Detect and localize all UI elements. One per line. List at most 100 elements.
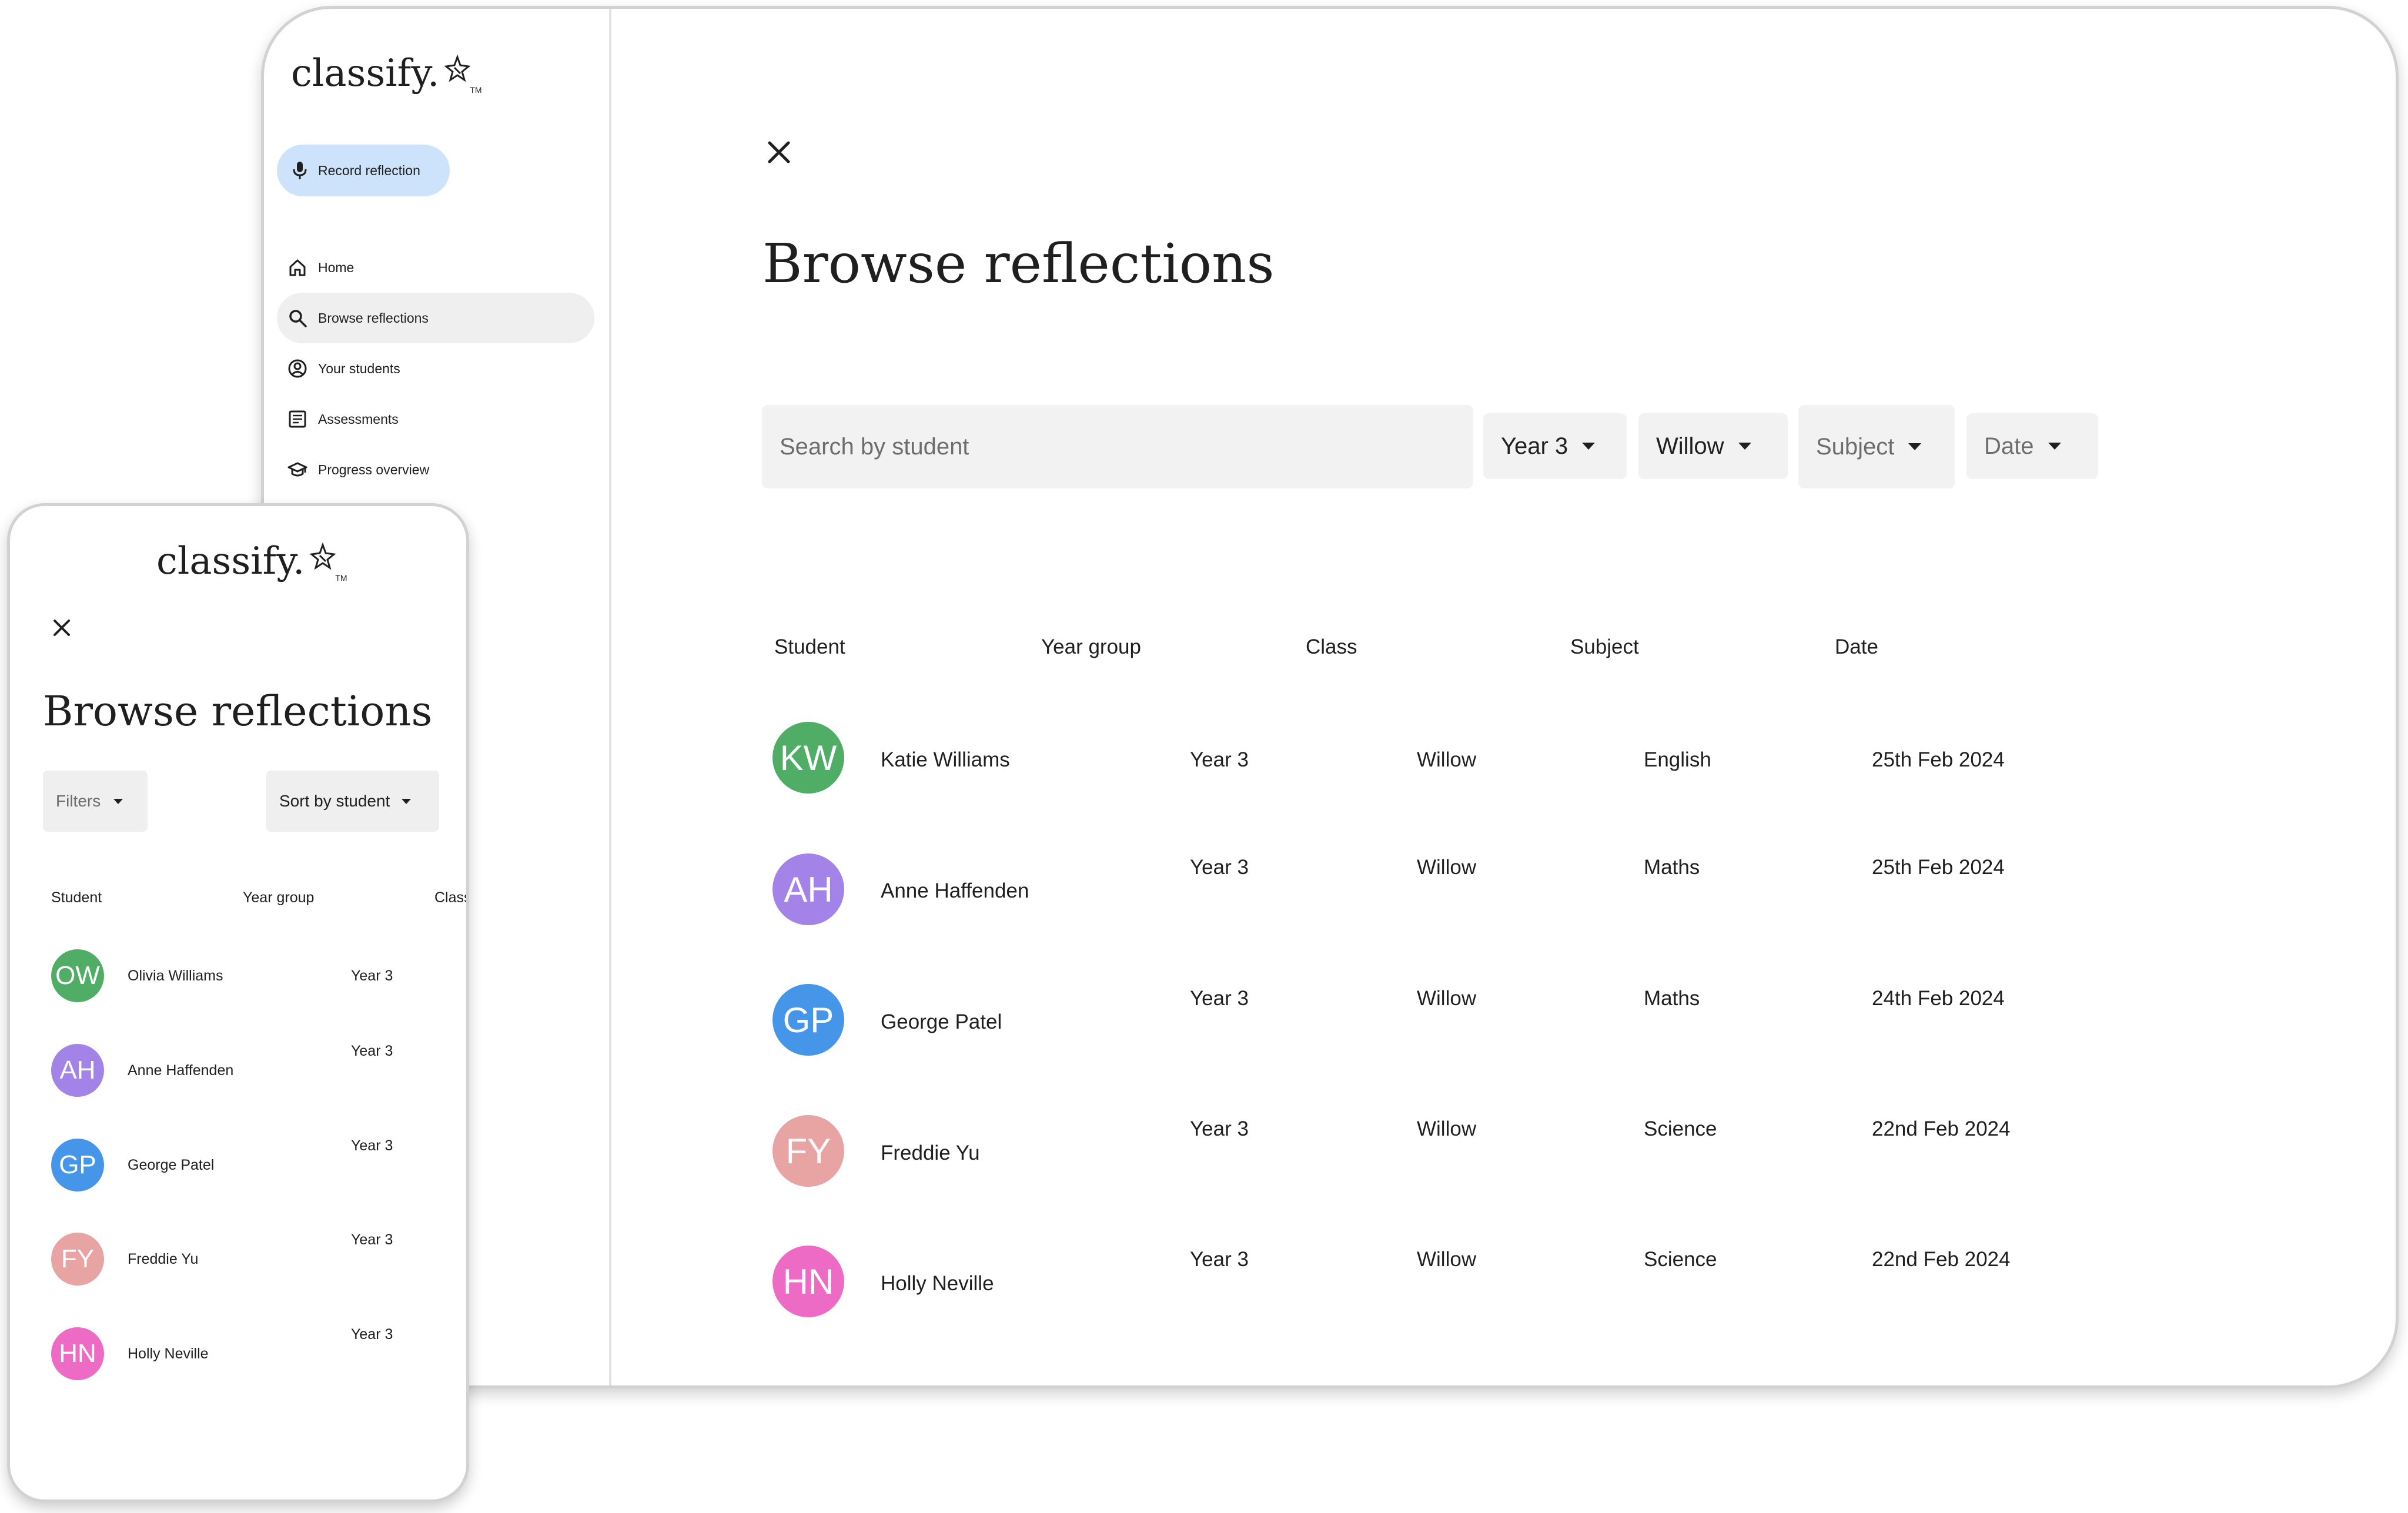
sidebar-item-your-students[interactable]: Your students bbox=[277, 343, 594, 394]
column-header-class[interactable]: Class bbox=[1306, 635, 1357, 659]
filter-label: Subject bbox=[1816, 433, 1895, 460]
sidebar-item-progress-overview[interactable]: Progress overview bbox=[277, 444, 594, 495]
avatar: GP bbox=[51, 1139, 104, 1191]
dropdown-caret-icon bbox=[2048, 443, 2061, 450]
avatar-initials: GP bbox=[782, 1000, 834, 1040]
avatar-initials: HN bbox=[59, 1339, 96, 1368]
student-name: Holly Neville bbox=[128, 1345, 209, 1362]
date-cell: 25th Feb 2024 bbox=[1872, 856, 2005, 879]
class-cell: Willow bbox=[1417, 1117, 1477, 1140]
student-name: Freddie Yu bbox=[881, 1142, 980, 1164]
dropdown-caret-icon bbox=[1908, 443, 1922, 450]
sort-dropdown[interactable]: Sort by student bbox=[266, 771, 439, 832]
student-name: George Patel bbox=[128, 1157, 215, 1173]
search-input[interactable] bbox=[762, 405, 1473, 488]
home-icon bbox=[289, 259, 306, 276]
close-icon[interactable] bbox=[766, 139, 792, 165]
page-title: Browse reflections bbox=[762, 232, 1275, 295]
sidebar-item-label: Assessments bbox=[318, 411, 399, 427]
dropdown-caret-icon bbox=[1582, 443, 1596, 450]
sparkle-star-icon bbox=[444, 54, 471, 82]
search-icon bbox=[289, 310, 307, 327]
logo-wordmark: classify. bbox=[291, 52, 440, 95]
avatar: KW bbox=[772, 722, 844, 794]
date-cell: 22nd Feb 2024 bbox=[1872, 1117, 2011, 1140]
year-group-cell: Year 3 bbox=[351, 1043, 393, 1059]
year-group-cell: Year 3 bbox=[351, 1231, 393, 1248]
filters-label: Filters bbox=[56, 792, 101, 810]
sidebar-item-label: Browse reflections bbox=[318, 310, 429, 326]
column-header-subject[interactable]: Subject bbox=[1570, 635, 1639, 659]
column-header-date[interactable]: Date bbox=[1835, 635, 1878, 659]
year-group-cell: Year 3 bbox=[1190, 1117, 1249, 1140]
avatar: FY bbox=[772, 1115, 844, 1187]
logo-wordmark: classify. bbox=[156, 540, 305, 583]
sidebar-item-assessments[interactable]: Assessments bbox=[277, 394, 594, 444]
class-cell: Willow bbox=[1417, 1248, 1477, 1271]
desktop-window: classify. TM Record reflection Home Brow… bbox=[261, 6, 2399, 1388]
column-header-student[interactable]: Student bbox=[774, 635, 845, 659]
class-filter[interactable]: Willow bbox=[1638, 413, 1788, 479]
student-name: Anne Haffenden bbox=[881, 879, 1029, 902]
student-name: George Patel bbox=[881, 1010, 1002, 1033]
date-cell: 22nd Feb 2024 bbox=[1872, 1248, 2011, 1271]
year-group-filter[interactable]: Year 3 bbox=[1483, 413, 1627, 479]
trademark-mark: TM bbox=[335, 573, 347, 583]
subject-cell: Maths bbox=[1644, 987, 1700, 1010]
record-reflection-button[interactable]: Record reflection bbox=[277, 145, 450, 196]
classify-logo[interactable]: classify. TM bbox=[291, 52, 482, 95]
class-cell: Willow bbox=[1417, 856, 1477, 879]
avatar: GP bbox=[772, 984, 844, 1056]
avatar: OW bbox=[51, 949, 104, 1002]
date-cell: 24th Feb 2024 bbox=[1872, 987, 2005, 1010]
filter-label: Date bbox=[1984, 433, 2034, 459]
avatar: HN bbox=[772, 1246, 844, 1317]
sidebar-item-label: Your students bbox=[318, 360, 400, 376]
page-title: Browse reflections bbox=[43, 687, 433, 735]
sort-label: Sort by student bbox=[279, 792, 390, 810]
close-icon[interactable] bbox=[52, 618, 72, 638]
avatar: AH bbox=[772, 853, 844, 925]
avatar-initials: OW bbox=[55, 961, 100, 990]
student-name: Anne Haffenden bbox=[128, 1062, 234, 1079]
student-name: Katie Williams bbox=[881, 748, 1010, 771]
year-group-cell: Year 3 bbox=[351, 968, 393, 984]
sidebar-item-browse-reflections[interactable]: Browse reflections bbox=[277, 293, 594, 343]
student-name: Freddie Yu bbox=[128, 1251, 199, 1267]
filters-dropdown[interactable]: Filters bbox=[43, 771, 148, 832]
dropdown-caret-icon bbox=[402, 798, 412, 804]
avatar: HN bbox=[51, 1327, 104, 1380]
subject-cell: Science bbox=[1644, 1248, 1717, 1271]
year-group-cell: Year 3 bbox=[1190, 1248, 1249, 1271]
dropdown-caret-icon bbox=[1738, 443, 1751, 450]
year-group-cell: Year 3 bbox=[1190, 856, 1249, 879]
avatar-initials: FY bbox=[785, 1131, 831, 1171]
student-name: Holly Neville bbox=[881, 1272, 994, 1295]
avatar: FY bbox=[51, 1233, 104, 1286]
column-header-year-group[interactable]: Year group bbox=[243, 889, 314, 906]
trademark-mark: TM bbox=[470, 85, 482, 95]
class-cell: Willow bbox=[1417, 748, 1477, 771]
subject-cell: Maths bbox=[1644, 856, 1700, 879]
graduation-cap-icon bbox=[287, 462, 307, 477]
year-group-cell: Year 3 bbox=[351, 1326, 393, 1343]
date-filter[interactable]: Date bbox=[1966, 413, 2098, 479]
avatar-initials: AH bbox=[59, 1056, 96, 1084]
avatar: AH bbox=[51, 1044, 104, 1097]
account-circle-icon bbox=[288, 359, 307, 378]
avatar-initials: GP bbox=[59, 1150, 96, 1179]
subject-cell: English bbox=[1644, 748, 1711, 771]
student-name: Olivia Williams bbox=[128, 968, 223, 984]
date-cell: 25th Feb 2024 bbox=[1872, 748, 2005, 771]
avatar-initials: KW bbox=[780, 738, 837, 778]
avatar-initials: FY bbox=[61, 1244, 95, 1273]
class-cell: Willow bbox=[1417, 987, 1477, 1010]
subject-filter[interactable]: Subject bbox=[1798, 405, 1955, 488]
sidebar-item-home[interactable]: Home bbox=[277, 242, 594, 293]
column-header-student[interactable]: Student bbox=[51, 889, 102, 906]
avatar-initials: AH bbox=[784, 869, 833, 909]
classify-logo[interactable]: classify. TM bbox=[156, 540, 347, 583]
avatar-initials: HN bbox=[782, 1261, 834, 1301]
column-header-year-group[interactable]: Year group bbox=[1041, 635, 1141, 659]
column-header-class[interactable]: Class bbox=[434, 889, 466, 906]
